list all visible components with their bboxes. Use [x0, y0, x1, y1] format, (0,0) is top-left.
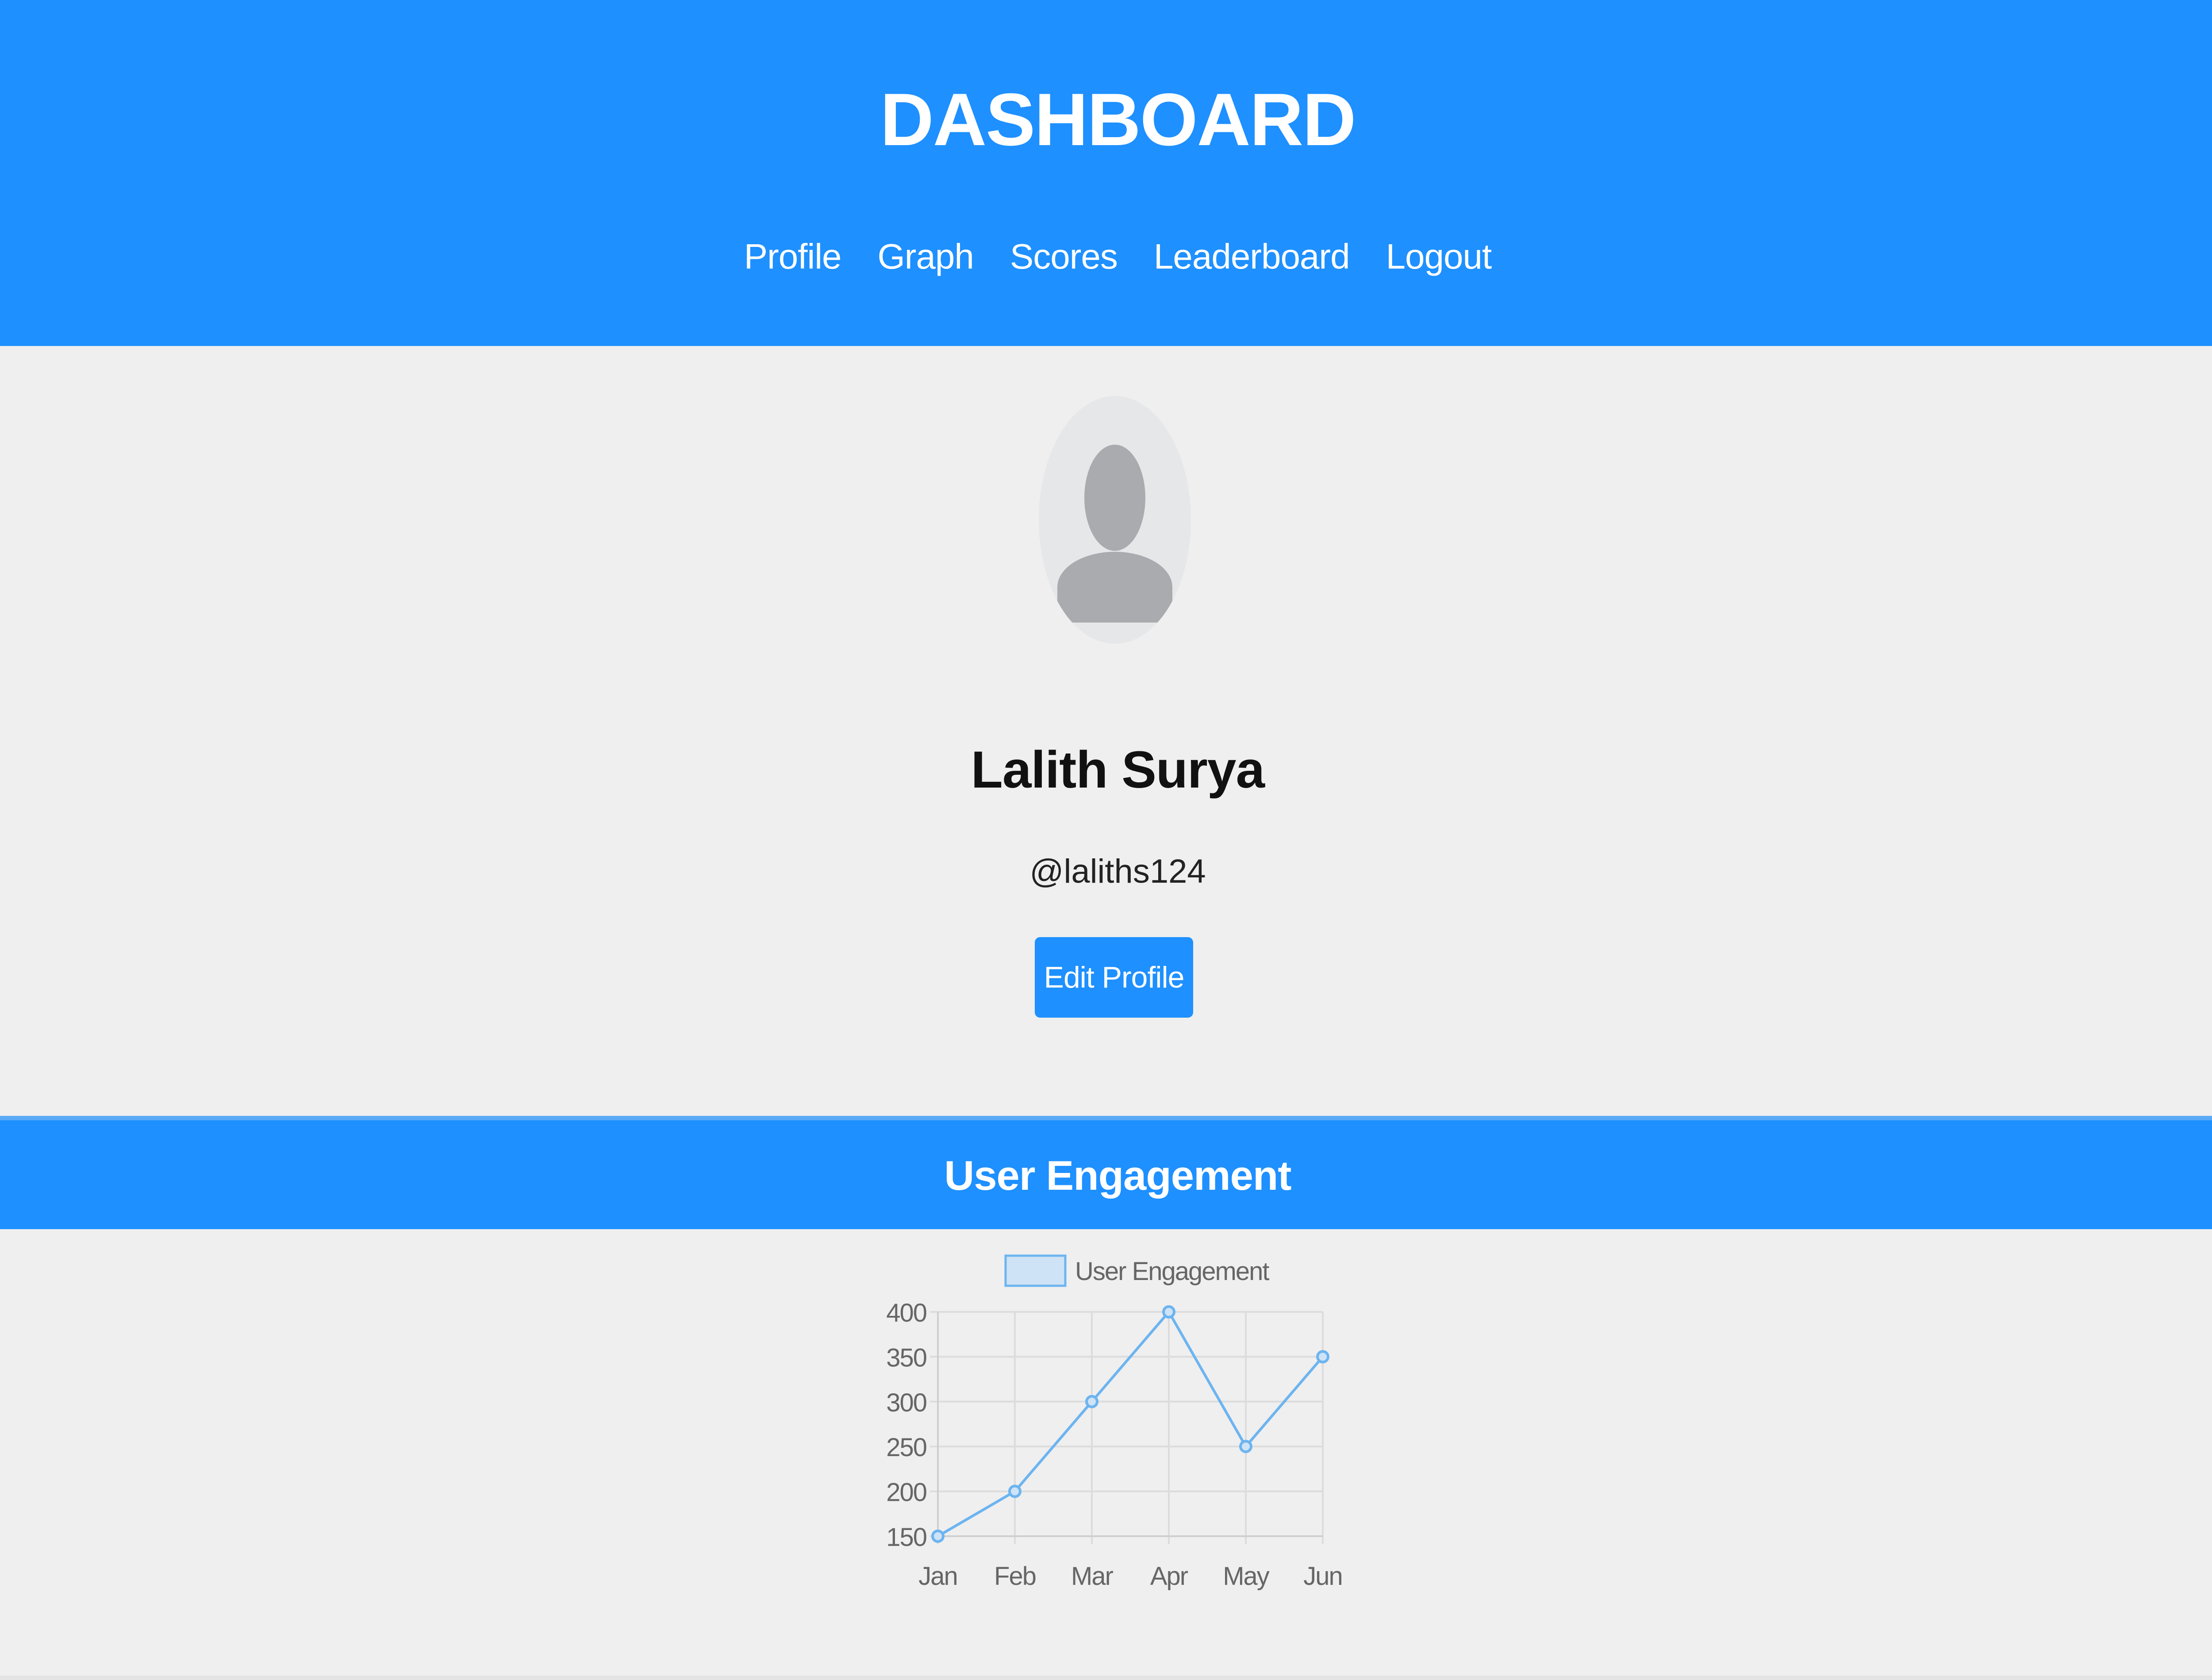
y-tick-label: 200 — [886, 1478, 926, 1507]
series-line — [937, 1309, 1324, 1538]
header: DASHBOARD Profile Graph Scores Leaderboa… — [0, 0, 2212, 346]
y-tick-label: 400 — [886, 1299, 926, 1327]
section-title: User Engagement — [944, 1152, 1291, 1199]
user-placeholder-icon — [1039, 396, 1191, 644]
y-tick-label: 250 — [886, 1433, 926, 1462]
data-point[interactable] — [1316, 1350, 1329, 1364]
page-title: DASHBOARD — [880, 78, 1356, 161]
engagement-chart: 150 200 250 300 350 400 Jan Feb Mar Apr May Jun User… — [841, 1234, 1394, 1615]
page-bottom-divider — [0, 1676, 2212, 1680]
x-tick-label: Jun — [1303, 1562, 1342, 1591]
legend-swatch — [1004, 1254, 1067, 1287]
legend-label: User Engagement — [1075, 1257, 1269, 1286]
data-point[interactable] — [1162, 1305, 1175, 1319]
x-tick-label: Feb — [994, 1562, 1036, 1591]
data-point[interactable] — [1239, 1440, 1252, 1453]
y-tick-label: 350 — [886, 1343, 926, 1372]
nav-leaderboard[interactable]: Leaderboard — [1154, 236, 1350, 277]
data-point[interactable] — [1085, 1395, 1098, 1408]
avatar-head — [1084, 445, 1145, 551]
data-point[interactable] — [931, 1530, 945, 1543]
x-tick-label: Jan — [918, 1562, 957, 1591]
y-tick-label: 300 — [886, 1388, 926, 1417]
main-nav: Profile Graph Scores Leaderboard Logout — [0, 230, 2212, 283]
edit-profile-button[interactable]: Edit Profile — [1035, 937, 1193, 1018]
nav-scores[interactable]: Scores — [1010, 236, 1118, 277]
x-tick-label: Mar — [1071, 1562, 1114, 1591]
y-tick-label: 150 — [886, 1523, 926, 1552]
x-tick-label: Apr — [1150, 1562, 1188, 1591]
profile-handle: @laliths124 — [1029, 853, 1206, 890]
nav-graph[interactable]: Graph — [878, 236, 974, 277]
data-point[interactable] — [1008, 1484, 1022, 1498]
x-tick-label: May — [1223, 1562, 1270, 1591]
nav-profile[interactable]: Profile — [744, 236, 842, 277]
engagement-header: User Engagement — [0, 1116, 2212, 1229]
avatar-body — [1057, 552, 1172, 623]
profile-name: Lalith Surya — [971, 741, 1265, 799]
nav-logout[interactable]: Logout — [1386, 236, 1492, 277]
line-chart: 150 200 250 300 350 400 Jan Feb Mar Apr May Jun User… — [886, 1254, 1343, 1591]
